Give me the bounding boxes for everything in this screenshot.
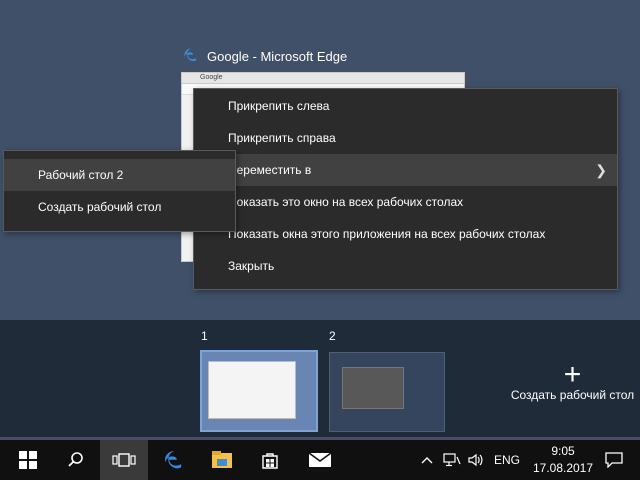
edge-taskbar-button[interactable]	[150, 440, 198, 480]
chevron-right-icon: ❯	[595, 162, 607, 178]
mail-button[interactable]	[296, 440, 344, 480]
menu-item-show-window-all-desktops[interactable]: Показать это окно на всех рабочих столах	[194, 186, 617, 218]
new-desktop-label: Создать рабочий стол	[510, 388, 635, 402]
task-view-icon	[112, 453, 136, 467]
clock-date[interactable]: 17.08.2017	[528, 461, 598, 475]
start-button[interactable]	[4, 440, 52, 480]
notification-icon	[605, 452, 623, 468]
plus-icon: +	[563, 358, 582, 391]
store-icon	[262, 453, 278, 469]
menu-item-snap-right[interactable]: Прикрепить справа	[194, 122, 617, 154]
browser-tab: Google	[182, 73, 464, 84]
mail-icon	[308, 452, 332, 467]
move-to-submenu: Рабочий стол 2 Создать рабочий стол	[3, 150, 236, 232]
window-title-bar[interactable]: Google - Microsoft Edge	[183, 46, 347, 66]
taskbar: ENG 9:05 17.08.2017	[0, 440, 640, 480]
tray-overflow-button[interactable]	[414, 440, 440, 480]
chevron-up-icon	[421, 457, 433, 464]
desktop-1-thumbnail[interactable]	[200, 350, 318, 432]
search-icon	[68, 452, 83, 467]
volume-button[interactable]	[464, 440, 488, 480]
file-explorer-icon	[212, 451, 232, 468]
menu-item-snap-left[interactable]: Прикрепить слева	[194, 90, 617, 122]
desktop-2-window-preview	[342, 367, 404, 409]
store-button[interactable]	[246, 440, 294, 480]
clock-time[interactable]: 9:05	[538, 444, 588, 458]
action-center-button[interactable]	[594, 440, 634, 480]
menu-item-label: Закрыть	[228, 259, 275, 273]
desktop-2-number: 2	[329, 329, 336, 343]
window-context-menu: Прикрепить слева Прикрепить справа Перем…	[193, 88, 618, 290]
menu-item-move-to[interactable]: Переместить в ❯	[194, 154, 617, 186]
desktop-1-number: 1	[201, 329, 208, 343]
menu-item-label: Прикрепить слева	[228, 99, 330, 113]
search-button[interactable]	[52, 440, 100, 480]
browser-tab-label: Google	[200, 74, 223, 81]
edge-icon	[165, 451, 182, 469]
edge-icon	[183, 47, 199, 66]
task-view-button[interactable]	[100, 440, 148, 480]
network-button[interactable]	[440, 440, 464, 480]
desktop-1-window-preview	[208, 361, 296, 419]
menu-item-close[interactable]: Закрыть	[194, 250, 617, 282]
windows-start-icon	[19, 451, 37, 469]
language-indicator[interactable]: ENG	[494, 453, 520, 467]
new-desktop-button[interactable]: + Создать рабочий стол	[505, 358, 640, 403]
desktop-2-thumbnail[interactable]	[329, 352, 445, 432]
menu-item-label: Показать это окно на всех рабочих столах	[228, 195, 464, 209]
submenu-item-desktop-2[interactable]: Рабочий стол 2	[4, 159, 235, 191]
menu-item-label: Показать окна этого приложения на всех р…	[228, 227, 546, 241]
menu-item-show-app-all-desktops[interactable]: Показать окна этого приложения на всех р…	[194, 218, 617, 250]
submenu-item-label: Создать рабочий стол	[38, 200, 162, 214]
network-icon	[443, 453, 461, 467]
file-explorer-button[interactable]	[198, 440, 246, 480]
window-title: Google - Microsoft Edge	[207, 48, 348, 64]
submenu-item-new-desktop[interactable]: Создать рабочий стол	[4, 191, 235, 223]
menu-item-label: Переместить в	[228, 163, 312, 177]
submenu-item-label: Рабочий стол 2	[38, 168, 124, 182]
volume-icon	[468, 453, 483, 467]
menu-item-label: Прикрепить справа	[228, 131, 336, 145]
